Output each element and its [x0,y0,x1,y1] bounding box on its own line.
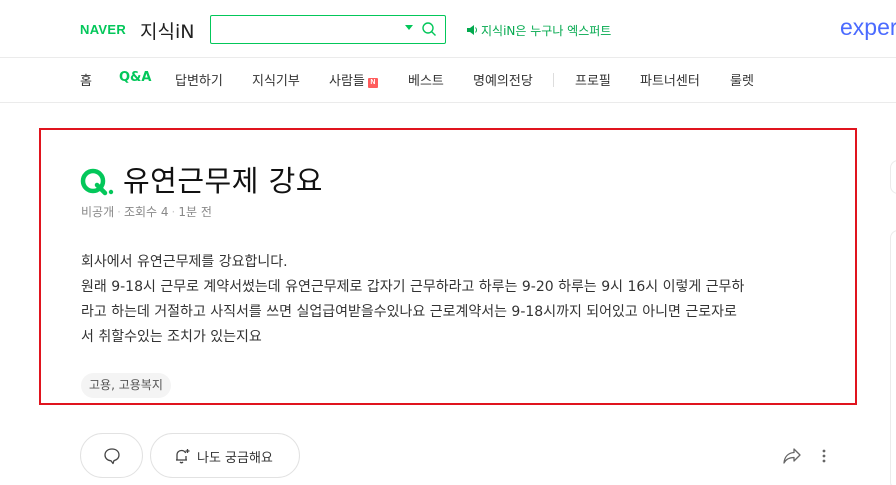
nav-item-hall-of-fame[interactable]: 명예의전당 [473,70,533,89]
speech-bubble-icon [104,448,120,465]
new-badge: N [367,78,378,88]
side-panel-box [890,230,896,485]
notice-link[interactable]: 지식iN은 누구나 엑스퍼트 [481,22,611,39]
posted-time: 1분 전 [178,205,212,219]
main-nav: 홈 Q&A 답변하기 지식기부 사람들 N 베스트 명예의전당 프로필 파트너센터… [0,58,896,103]
speaker-icon [467,25,477,35]
nav-item-best[interactable]: 베스트 [408,70,444,89]
nav-item-people-label: 사람들 [329,74,365,89]
body-line: 원래 9-18시 근무로 계약서썼는데 유연근무제로 갑자기 근무하라고 하루는… [81,279,745,295]
question-body: 회사에서 유연근무제를 강요합니다. 원래 9-18시 근무로 계약서썼는데 유… [81,250,837,350]
nav-item-qna[interactable]: Q&A [119,70,151,85]
question-meta: 비공개 · 조회수 4 · 1분 전 [81,203,212,220]
nav-item-donate[interactable]: 지식기부 [252,70,300,89]
nav-item-partner-center[interactable]: 파트너센터 [640,70,700,89]
body-line: 라고 하는데 거절하고 사직서를 쓰면 실업급여받을수있나요 근로계약서는 9-… [81,304,737,320]
share-icon[interactable] [782,447,802,465]
search-icon[interactable] [421,21,437,37]
question-card: 유연근무제 강요 비공개 · 조회수 4 · 1분 전 회사에서 유연근무제를 강요합니… [39,128,857,405]
bell-plus-icon [176,449,190,464]
body-line: 회사에서 유연근무제를 강요합니다. [81,254,288,270]
visibility-label: 비공개 [81,205,115,219]
view-count: 조회수 4 [123,205,169,219]
jisikin-logo[interactable]: 지식iN [140,17,194,44]
question-q-icon [80,168,114,196]
expert-logo[interactable]: exper [840,14,896,41]
nav-item-answer[interactable]: 답변하기 [175,70,223,89]
meta-separator: · [171,205,176,219]
meta-separator: · [117,205,121,219]
comment-button[interactable] [80,433,143,478]
search-dropdown-icon[interactable] [405,25,413,30]
top-header: NAVER 지식iN 지식iN은 누구나 엑스퍼트 exper [0,0,896,58]
nav-divider [553,73,554,87]
nav-item-roulette[interactable]: 룰렛 [730,70,754,89]
category-tag[interactable]: 고용, 고용복지 [81,373,171,398]
question-title: 유연근무제 강요 [123,164,323,198]
nav-item-profile[interactable]: 프로필 [575,70,611,89]
side-panel-card [890,160,896,194]
body-line: 서 취할수있는 조치가 있는지요 [81,329,262,345]
search-input[interactable] [210,15,446,44]
naver-logo[interactable]: NAVER [80,22,126,37]
nav-item-home[interactable]: 홈 [80,70,92,89]
nav-item-people[interactable]: 사람들 N [329,70,378,89]
more-options-icon[interactable] [816,447,832,465]
me-too-curious-button[interactable]: 나도 궁금해요 [150,433,300,478]
me-too-curious-label: 나도 궁금해요 [197,451,273,466]
